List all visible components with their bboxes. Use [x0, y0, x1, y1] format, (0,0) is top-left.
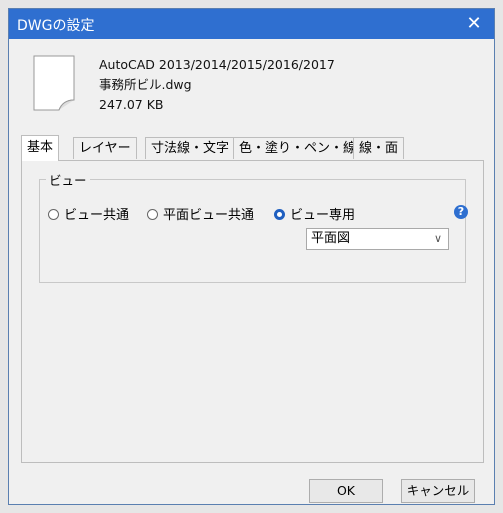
radio-indicator-selected: [274, 209, 285, 220]
radio-indicator: [147, 209, 158, 220]
file-name: 事務所ビル.dwg: [99, 77, 192, 92]
chevron-down-icon: ∨: [433, 232, 443, 245]
tab-line-face[interactable]: 線・面: [353, 137, 405, 159]
radio-label: ビュー共通: [64, 208, 130, 223]
file-info: AutoCAD 2013/2014/2015/2016/2017 事務所ビル.d…: [99, 55, 335, 115]
file-format: AutoCAD 2013/2014/2015/2016/2017: [99, 57, 335, 72]
tab-dimension-text[interactable]: 寸法線・文字: [145, 137, 236, 159]
cancel-button[interactable]: キャンセル: [401, 479, 475, 503]
radio-plan-view-common[interactable]: 平面ビュー共通: [147, 204, 254, 223]
tab-basic[interactable]: 基本: [21, 135, 60, 161]
radio-view-specific[interactable]: ビュー専用: [274, 204, 355, 223]
tab-layer[interactable]: レイヤー: [73, 137, 137, 159]
view-group: ビュー ビュー共通 平面ビュー共通 ビュー専用 ? 平面図 ∨: [39, 170, 468, 283]
help-icon[interactable]: ?: [454, 205, 468, 219]
ok-button[interactable]: OK: [309, 479, 383, 503]
tab-panel-basic: ビュー ビュー共通 平面ビュー共通 ビュー専用 ? 平面図 ∨: [21, 160, 484, 463]
radio-label: ビュー専用: [290, 208, 356, 223]
close-button[interactable]: ✕: [454, 9, 494, 39]
radio-label: 平面ビュー共通: [163, 208, 255, 223]
close-icon: ✕: [466, 13, 482, 34]
radio-view-common[interactable]: ビュー共通: [48, 204, 129, 223]
file-icon: [33, 55, 75, 111]
title-bar: DWGの設定 ✕: [9, 9, 494, 39]
window-title: DWGの設定: [17, 18, 95, 34]
view-group-label: ビュー: [46, 170, 90, 189]
dwg-settings-dialog: DWGの設定 ✕ AutoCAD 2013/2014/2015/2016/201…: [8, 8, 495, 505]
file-size: 247.07 KB: [99, 97, 164, 112]
radio-indicator: [48, 209, 59, 220]
view-select[interactable]: 平面図 ∨: [306, 228, 449, 250]
view-select-value: 平面図: [311, 231, 351, 246]
